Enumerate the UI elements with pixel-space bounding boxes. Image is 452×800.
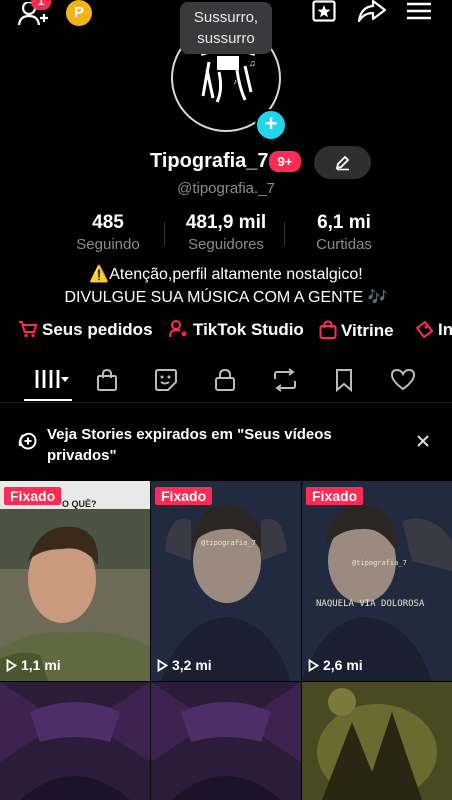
stat-followers[interactable]: 481,9 mil Seguidores bbox=[174, 212, 278, 253]
more-link[interactable]: In bbox=[414, 320, 452, 343]
tooltip-line-1: Sussurro, bbox=[193, 9, 259, 26]
view-count-value: 1,1 mi bbox=[21, 657, 61, 673]
stat-following-label: Seguindo bbox=[76, 236, 140, 253]
video-frame-image bbox=[0, 509, 150, 681]
video-frame-image bbox=[302, 682, 452, 800]
stories-banner[interactable]: Veja Stories expirados em "Seus vídeos p… bbox=[0, 407, 452, 477]
orders-link[interactable]: Seus pedidos bbox=[18, 320, 153, 343]
video-frame-image bbox=[151, 682, 301, 800]
pinned-badge: Fixado bbox=[155, 487, 213, 505]
video-thumbnail[interactable]: O QUÊ? Fixado 1,1 mi bbox=[0, 481, 150, 681]
menu-icon[interactable] bbox=[406, 2, 432, 20]
close-icon[interactable] bbox=[416, 434, 430, 453]
pencil-icon bbox=[335, 155, 350, 171]
stat-following[interactable]: 485 Seguindo bbox=[64, 212, 152, 253]
tab-saved[interactable] bbox=[334, 368, 354, 397]
play-icon bbox=[157, 658, 169, 675]
stat-followers-label: Seguidores bbox=[188, 236, 264, 253]
stat-likes-label: Curtidas bbox=[316, 236, 372, 253]
video-caption: @tipografia_7 bbox=[352, 559, 407, 567]
repost-icon bbox=[274, 368, 296, 392]
stat-likes[interactable]: 6,1 mi Curtidas bbox=[300, 212, 388, 253]
gift-icon bbox=[414, 320, 434, 343]
svg-text:♪: ♪ bbox=[233, 77, 237, 86]
stories-banner-text: Veja Stories expirados em "Seus vídeos p… bbox=[47, 426, 332, 464]
friend-request-badge: 1 bbox=[31, 0, 51, 10]
sticker-icon bbox=[155, 369, 177, 391]
video-thumbnail[interactable] bbox=[151, 682, 301, 800]
stat-divider bbox=[164, 222, 165, 246]
bio-line-1: ⚠️Atenção,perfil altamente nostalgico! bbox=[89, 266, 363, 283]
stat-followers-value: 481,9 mil bbox=[185, 212, 267, 233]
share-icon[interactable] bbox=[358, 0, 386, 22]
video-thumbnail[interactable]: @tipografia_7 Fixado 3,2 mi bbox=[151, 481, 301, 681]
notification-badge[interactable]: 9+ bbox=[269, 151, 301, 172]
play-icon bbox=[6, 658, 18, 675]
showcase-link[interactable]: Vitrine bbox=[319, 320, 394, 344]
pinned-badge: Fixado bbox=[306, 487, 364, 505]
video-thumbnail[interactable]: @tipografia_7 NAQUELA VIA DOLOROSA Fixad… bbox=[302, 481, 452, 681]
edit-profile-button[interactable] bbox=[314, 146, 371, 179]
coin-label: P bbox=[73, 4, 84, 21]
stat-following-value: 485 bbox=[92, 212, 124, 233]
showcase-label: Vitrine bbox=[341, 321, 394, 340]
svg-text:♫: ♫ bbox=[249, 58, 256, 68]
add-story-icon bbox=[18, 432, 38, 455]
stat-divider bbox=[284, 222, 285, 246]
studio-person-icon bbox=[169, 320, 189, 343]
display-name: Tipografia_7 bbox=[150, 150, 269, 172]
add-story-button[interactable]: + bbox=[255, 109, 287, 141]
status-tooltip: Sussurro, sussurro bbox=[180, 2, 272, 54]
video-frame-image bbox=[151, 481, 301, 681]
svg-text:♪: ♪ bbox=[205, 70, 210, 81]
video-caption-secondary: NAQUELA VIA DOLOROSA bbox=[316, 599, 425, 609]
tab-stickers[interactable] bbox=[154, 368, 178, 397]
grid-icon bbox=[35, 370, 69, 388]
tab-private[interactable] bbox=[214, 368, 236, 397]
orders-link-label: Seus pedidos bbox=[42, 320, 153, 339]
bag-icon bbox=[97, 368, 117, 391]
video-thumbnail[interactable] bbox=[302, 682, 452, 800]
cart-icon bbox=[18, 320, 38, 343]
bio-line-2: DIVULGUE SUA MÚSICA COM A GENTE 🎶 bbox=[64, 289, 388, 306]
stat-likes-value: 6,1 mi bbox=[317, 212, 371, 233]
coin-icon[interactable]: P bbox=[66, 0, 92, 26]
lock-icon bbox=[215, 368, 235, 391]
heart-icon bbox=[390, 368, 416, 391]
view-count-value: 3,2 mi bbox=[172, 657, 212, 673]
more-link-label: In bbox=[438, 320, 452, 339]
username-handle: @tipografia._7 bbox=[177, 180, 275, 197]
tab-liked[interactable] bbox=[390, 368, 416, 397]
active-tab-indicator bbox=[24, 399, 72, 401]
favorites-icon[interactable] bbox=[312, 0, 336, 22]
tabs-divider bbox=[0, 402, 452, 403]
view-count-value: 2,6 mi bbox=[323, 657, 363, 673]
tooltip-line-2: sussurro bbox=[197, 30, 255, 47]
tab-videos-grid[interactable] bbox=[34, 368, 72, 395]
video-thumbnail[interactable] bbox=[0, 682, 150, 800]
content-tabs bbox=[0, 362, 452, 402]
video-caption: @tipografia_7 bbox=[201, 539, 256, 547]
view-count: 2,6 mi bbox=[308, 657, 363, 675]
view-count: 1,1 mi bbox=[6, 657, 61, 675]
bookmark-icon bbox=[336, 369, 352, 393]
tiktok-studio-link[interactable]: TikTok Studio bbox=[169, 320, 304, 343]
tab-reposts[interactable] bbox=[272, 368, 298, 397]
view-count: 3,2 mi bbox=[157, 657, 212, 675]
tiktok-studio-label: TikTok Studio bbox=[193, 320, 304, 339]
tab-shop[interactable] bbox=[96, 368, 118, 397]
play-icon bbox=[308, 658, 320, 675]
pinned-badge: Fixado bbox=[4, 487, 62, 505]
quick-links-row: Seus pedidos TikTok Studio Vitrine In bbox=[0, 320, 452, 344]
video-frame-image bbox=[0, 682, 150, 800]
video-caption: O QUÊ? bbox=[62, 499, 97, 509]
video-frame-image bbox=[302, 481, 452, 681]
shopping-bag-icon bbox=[319, 320, 337, 344]
